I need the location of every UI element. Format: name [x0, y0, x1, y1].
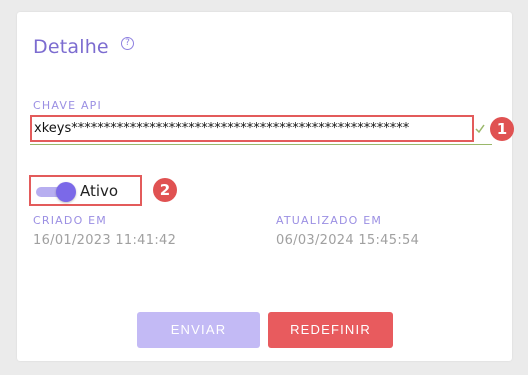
- annotation-badge-2: 2: [153, 178, 177, 202]
- page-title: Detalhe: [33, 36, 109, 58]
- detail-card: Detalhe ? CHAVE API 1 Ativo 2 CRIADO EM …: [17, 12, 514, 361]
- annotation-badge-1: 1: [490, 117, 514, 141]
- status-toggle-highlight: Ativo: [29, 175, 142, 206]
- reset-button[interactable]: REDEFINIR: [268, 312, 393, 348]
- send-button[interactable]: ENVIAR: [137, 312, 260, 348]
- check-icon: [475, 124, 485, 134]
- api-key-label: CHAVE API: [33, 99, 102, 112]
- updated-label: ATUALIZADO EM: [276, 214, 383, 227]
- created-label: CRIADO EM: [33, 214, 107, 227]
- help-icon[interactable]: ?: [121, 37, 134, 50]
- api-key-field: [30, 115, 492, 145]
- api-key-underline: [30, 144, 492, 145]
- status-toggle-label[interactable]: Ativo: [80, 182, 118, 200]
- created-value: 16/01/2023 11:41:42: [33, 233, 177, 248]
- status-toggle-knob[interactable]: [56, 182, 76, 202]
- updated-value: 06/03/2024 15:45:54: [276, 233, 420, 248]
- api-key-input[interactable]: [30, 115, 474, 142]
